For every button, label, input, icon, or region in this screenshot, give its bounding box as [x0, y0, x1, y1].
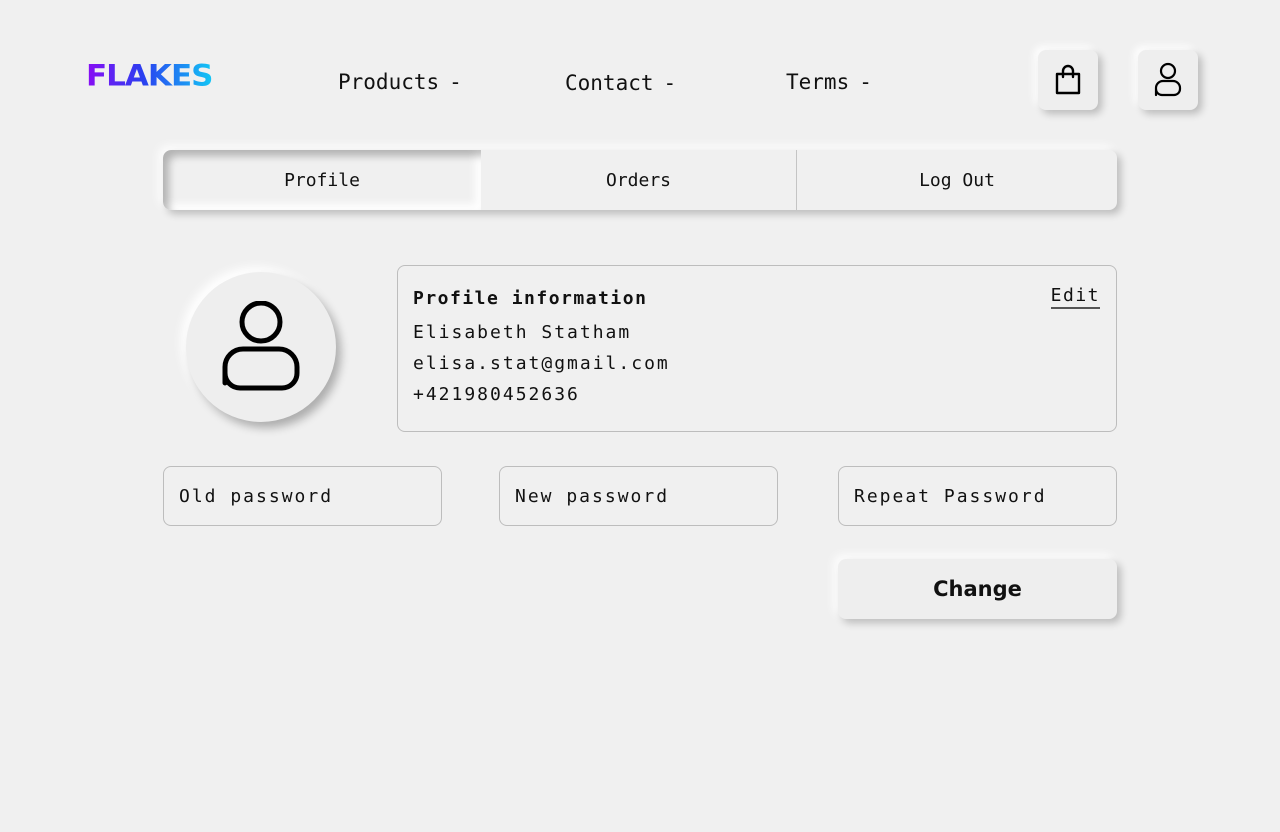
account-tabs: Profile Orders Log Out [163, 150, 1117, 210]
user-icon [1154, 62, 1182, 97]
edit-profile-link[interactable]: Edit [1050, 286, 1100, 309]
nav-products[interactable]: Products - [338, 68, 462, 96]
profile-info-card: Profile information Edit Elisabeth Stath… [397, 265, 1117, 432]
nav-products-dropdown-indicator: - [449, 70, 462, 94]
avatar[interactable] [186, 272, 336, 422]
tab-log-out[interactable]: Log Out [797, 150, 1117, 210]
profile-name: Elisabeth Statham [413, 322, 632, 343]
new-password-input[interactable] [499, 466, 778, 526]
user-icon [222, 301, 300, 391]
profile-page: FLAKES Products - Contact - Terms - Profile… [0, 0, 1280, 832]
repeat-password-input[interactable] [838, 466, 1117, 526]
nav-contact[interactable]: Contact - [565, 69, 676, 97]
change-password-button[interactable]: Change [838, 559, 1117, 619]
nav-contact-dropdown-indicator: - [663, 71, 677, 95]
profile-info-title: Profile information [413, 288, 648, 309]
nav-terms[interactable]: Terms - [786, 68, 872, 96]
cart-button[interactable] [1038, 50, 1098, 110]
nav-terms-label: Terms [786, 70, 850, 94]
profile-phone: +421980452636 [413, 384, 580, 405]
shopping-bag-icon [1055, 64, 1081, 95]
account-button[interactable] [1138, 50, 1198, 110]
old-password-input[interactable] [163, 466, 442, 526]
nav-terms-dropdown-indicator: - [859, 70, 872, 94]
tab-profile[interactable]: Profile [163, 150, 481, 210]
profile-email: elisa.stat@gmail.com [413, 353, 670, 374]
tab-orders[interactable]: Orders [481, 150, 797, 210]
nav-contact-label: Contact [565, 71, 654, 95]
nav-products-label: Products [338, 70, 440, 94]
brand-logo[interactable]: FLAKES [86, 59, 213, 93]
